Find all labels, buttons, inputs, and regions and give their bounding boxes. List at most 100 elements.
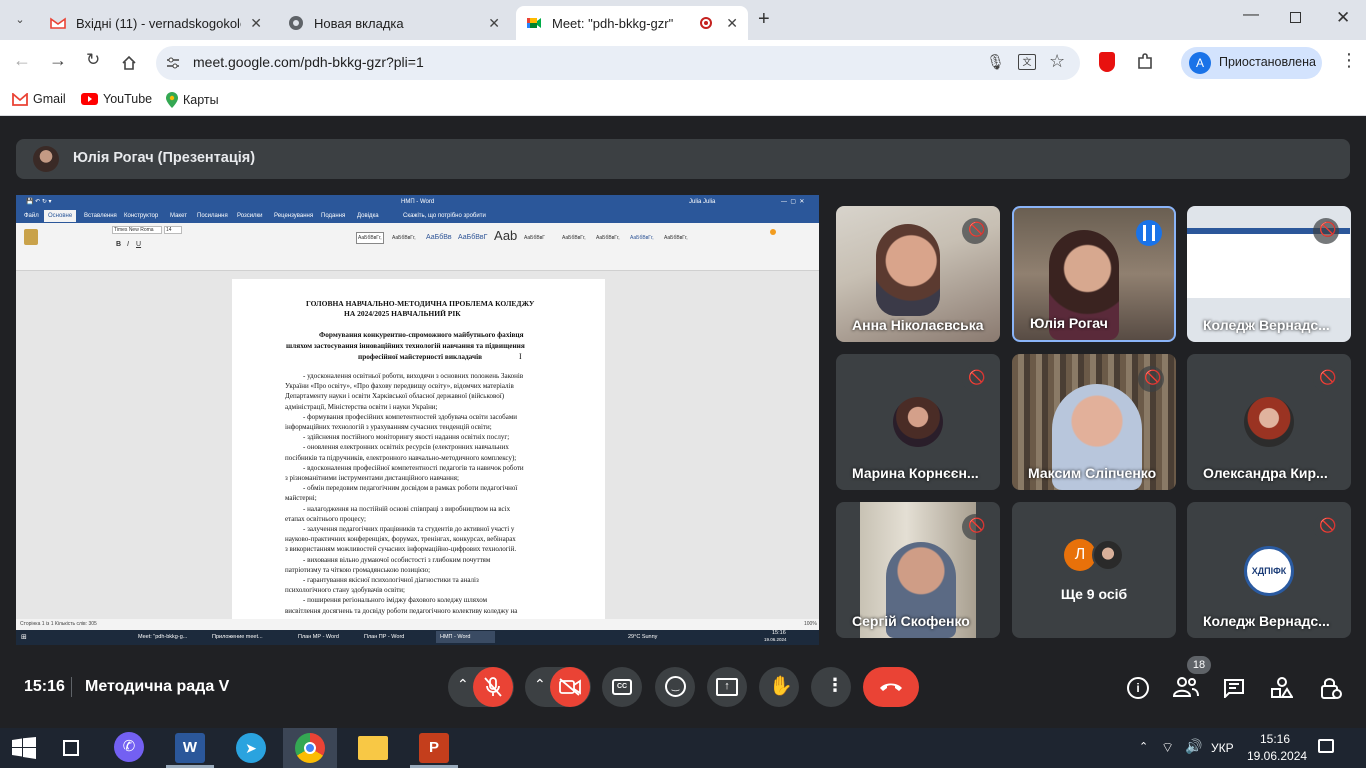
meeting-info-button[interactable]: i	[1127, 677, 1149, 699]
volume-icon[interactable]: 🔊	[1185, 738, 1202, 755]
style-item[interactable]: АаБбВвГ	[524, 235, 545, 241]
document-page[interactable]: ГОЛОВНА НАВЧАЛЬНО-МЕТОДИЧНА ПРОБЛЕМА КОЛ…	[232, 279, 605, 624]
captions-button[interactable]: CC	[602, 667, 642, 707]
remote-date: 19.06.2024	[764, 637, 787, 642]
style-item[interactable]: АаБбВв	[426, 234, 452, 241]
address-bar[interactable]: meet.google.com/pdh-bkkg-gzr?pli=1 🎙 文 ☆	[156, 46, 1080, 80]
translate-icon[interactable]: 文	[1018, 54, 1036, 70]
participant-tile[interactable]: 🚫 Анна Ніколаєвська	[836, 206, 1000, 342]
close-tab-icon[interactable]: ✕	[250, 15, 262, 32]
word-tab[interactable]: Вставлення	[84, 213, 117, 219]
people-button[interactable]	[1172, 676, 1199, 703]
tab-gmail[interactable]: Вхідні (11) - vernadskogokoled ✕	[40, 6, 272, 40]
network-icon[interactable]: ⌔	[1161, 739, 1174, 757]
bookmark-youtube[interactable]: YouTube	[81, 92, 152, 106]
forward-icon[interactable]: →	[49, 50, 67, 71]
font-size-field[interactable]: 14	[164, 226, 182, 234]
participant-tile-speaking[interactable]: Юлія Рогач	[1012, 206, 1176, 342]
word-tab[interactable]: Основне	[44, 210, 77, 222]
more-participants-tile[interactable]: Л Ще 9 осіб	[1012, 502, 1176, 638]
word-tab[interactable]: Макет	[170, 213, 187, 219]
shared-screen[interactable]: 💾 ↶ ↻ ▾ НМП - Word Julia Julia — ▢ ✕ Фай…	[16, 195, 819, 645]
bold-button[interactable]: B	[116, 241, 121, 248]
close-tab-icon[interactable]: ✕	[488, 15, 500, 32]
powerpoint-icon[interactable]: P	[419, 733, 449, 763]
back-icon[interactable]: ←	[13, 50, 31, 71]
camera-off-button[interactable]	[550, 667, 590, 707]
word-tell-me[interactable]: Скажіть, що потрібно зробити	[403, 213, 486, 219]
leave-call-button[interactable]	[863, 667, 919, 707]
tab-list-button[interactable]: ⌄	[8, 10, 32, 30]
participant-name: Ще 9 осіб	[1060, 586, 1128, 602]
site-info-icon[interactable]	[166, 56, 180, 70]
mic-off-button[interactable]	[473, 667, 513, 707]
raise-hand-button[interactable]: ✋	[759, 667, 799, 707]
more-options-button[interactable]: ⋮	[811, 667, 851, 707]
word-tab[interactable]: Рецензування	[274, 213, 313, 219]
tab-new[interactable]: Новая вкладка ✕	[278, 6, 510, 40]
underline-button[interactable]: U	[136, 241, 141, 248]
style-item[interactable]: АаБбВвГг,	[356, 232, 384, 244]
participant-tile[interactable]: 🚫 Коледж Вернадс...	[1187, 206, 1351, 342]
college-logo: ХДПІФК	[1244, 546, 1294, 596]
participant-tile[interactable]: 🚫 Максим Сліпченко	[1012, 354, 1176, 490]
participant-tile[interactable]: 🚫 Олександра Кир...	[1187, 354, 1351, 490]
present-button[interactable]: ↑	[707, 667, 747, 707]
extension-shield-icon[interactable]	[1099, 52, 1115, 72]
file-explorer-icon[interactable]	[358, 736, 388, 760]
activities-button[interactable]	[1271, 677, 1294, 704]
style-gallery[interactable]: АаБбВвГг, АаБбВвГг, АаБбВв АаБбВвГ Ааb А…	[354, 226, 710, 252]
menu-icon[interactable]: ⋮	[1340, 50, 1358, 71]
bookmark-maps[interactable]: Карты	[166, 92, 219, 108]
language-indicator[interactable]: УКР	[1211, 741, 1234, 755]
word-icon[interactable]: W	[175, 733, 205, 763]
bookmark-gmail[interactable]: Gmail	[12, 92, 66, 106]
notifications-icon[interactable]	[1318, 739, 1334, 753]
task-view-icon[interactable]	[63, 740, 79, 756]
restore-button[interactable]	[1290, 12, 1301, 23]
windows-start-icon[interactable]	[12, 737, 36, 759]
home-icon[interactable]	[121, 55, 137, 71]
dictate-icon[interactable]	[770, 229, 776, 235]
clock-date[interactable]: 19.06.2024	[1247, 749, 1307, 763]
word-tab[interactable]: Файл	[24, 213, 39, 219]
host-controls-button[interactable]	[1320, 676, 1342, 705]
extensions-icon[interactable]	[1136, 53, 1154, 71]
style-item[interactable]: АаБбВвГг,	[392, 235, 416, 241]
camera-off-icon	[559, 678, 581, 696]
italic-button[interactable]: I	[127, 241, 129, 248]
style-item[interactable]: АаБбВвГ	[458, 234, 487, 241]
word-tab[interactable]: Посилання	[197, 213, 228, 219]
bookmark-star-icon[interactable]: ☆	[1049, 51, 1065, 72]
style-item[interactable]: Ааb	[494, 228, 517, 243]
tab-meet[interactable]: Meet: "pdh-bkkg-gzr" ✕	[516, 6, 748, 40]
participant-tile[interactable]: 🚫 Марина Корнєєн...	[836, 354, 1000, 490]
style-item[interactable]: АаБбВвГг,	[596, 235, 620, 241]
font-name-field[interactable]: Times New Roma	[112, 226, 162, 234]
word-tab[interactable]: Розсилки	[237, 213, 263, 219]
paste-icon[interactable]	[24, 229, 38, 245]
doc-line: з різноманітними інструментами дистанцій…	[285, 474, 459, 482]
word-tab[interactable]: Подання	[321, 213, 345, 219]
chrome-taskbar-button[interactable]	[283, 728, 337, 768]
close-tab-icon[interactable]: ✕	[726, 15, 738, 32]
viber-icon[interactable]: ✆	[114, 732, 144, 762]
microphone-icon[interactable]: 🎙	[986, 53, 1005, 71]
new-tab-button[interactable]: +	[758, 8, 770, 31]
reactions-button[interactable]: ‿	[655, 667, 695, 707]
participant-tile[interactable]: ХДПІФК 🚫 Коледж Вернадс...	[1187, 502, 1351, 638]
chat-button[interactable]	[1223, 678, 1245, 703]
word-tab[interactable]: Довідка	[357, 213, 379, 219]
telegram-icon[interactable]: ➤	[236, 733, 266, 763]
close-window-button[interactable]: ✕	[1336, 8, 1350, 28]
style-item[interactable]: АаБбВвГг,	[630, 235, 654, 241]
word-tab[interactable]: Конструктор	[124, 213, 158, 219]
participant-tile[interactable]: 🚫 Сергій Скофенко	[836, 502, 1000, 638]
clock-time[interactable]: 15:16	[1260, 732, 1290, 746]
reload-icon[interactable]: ↻	[86, 50, 100, 70]
style-item[interactable]: АаБбВвГг,	[664, 235, 688, 241]
minimize-button[interactable]: —	[1243, 6, 1259, 24]
style-item[interactable]: АаБбВвГг,	[562, 235, 586, 241]
tray-overflow-icon[interactable]: ⌃	[1139, 740, 1148, 753]
profile-button[interactable]: A Приостановлена	[1181, 47, 1322, 79]
